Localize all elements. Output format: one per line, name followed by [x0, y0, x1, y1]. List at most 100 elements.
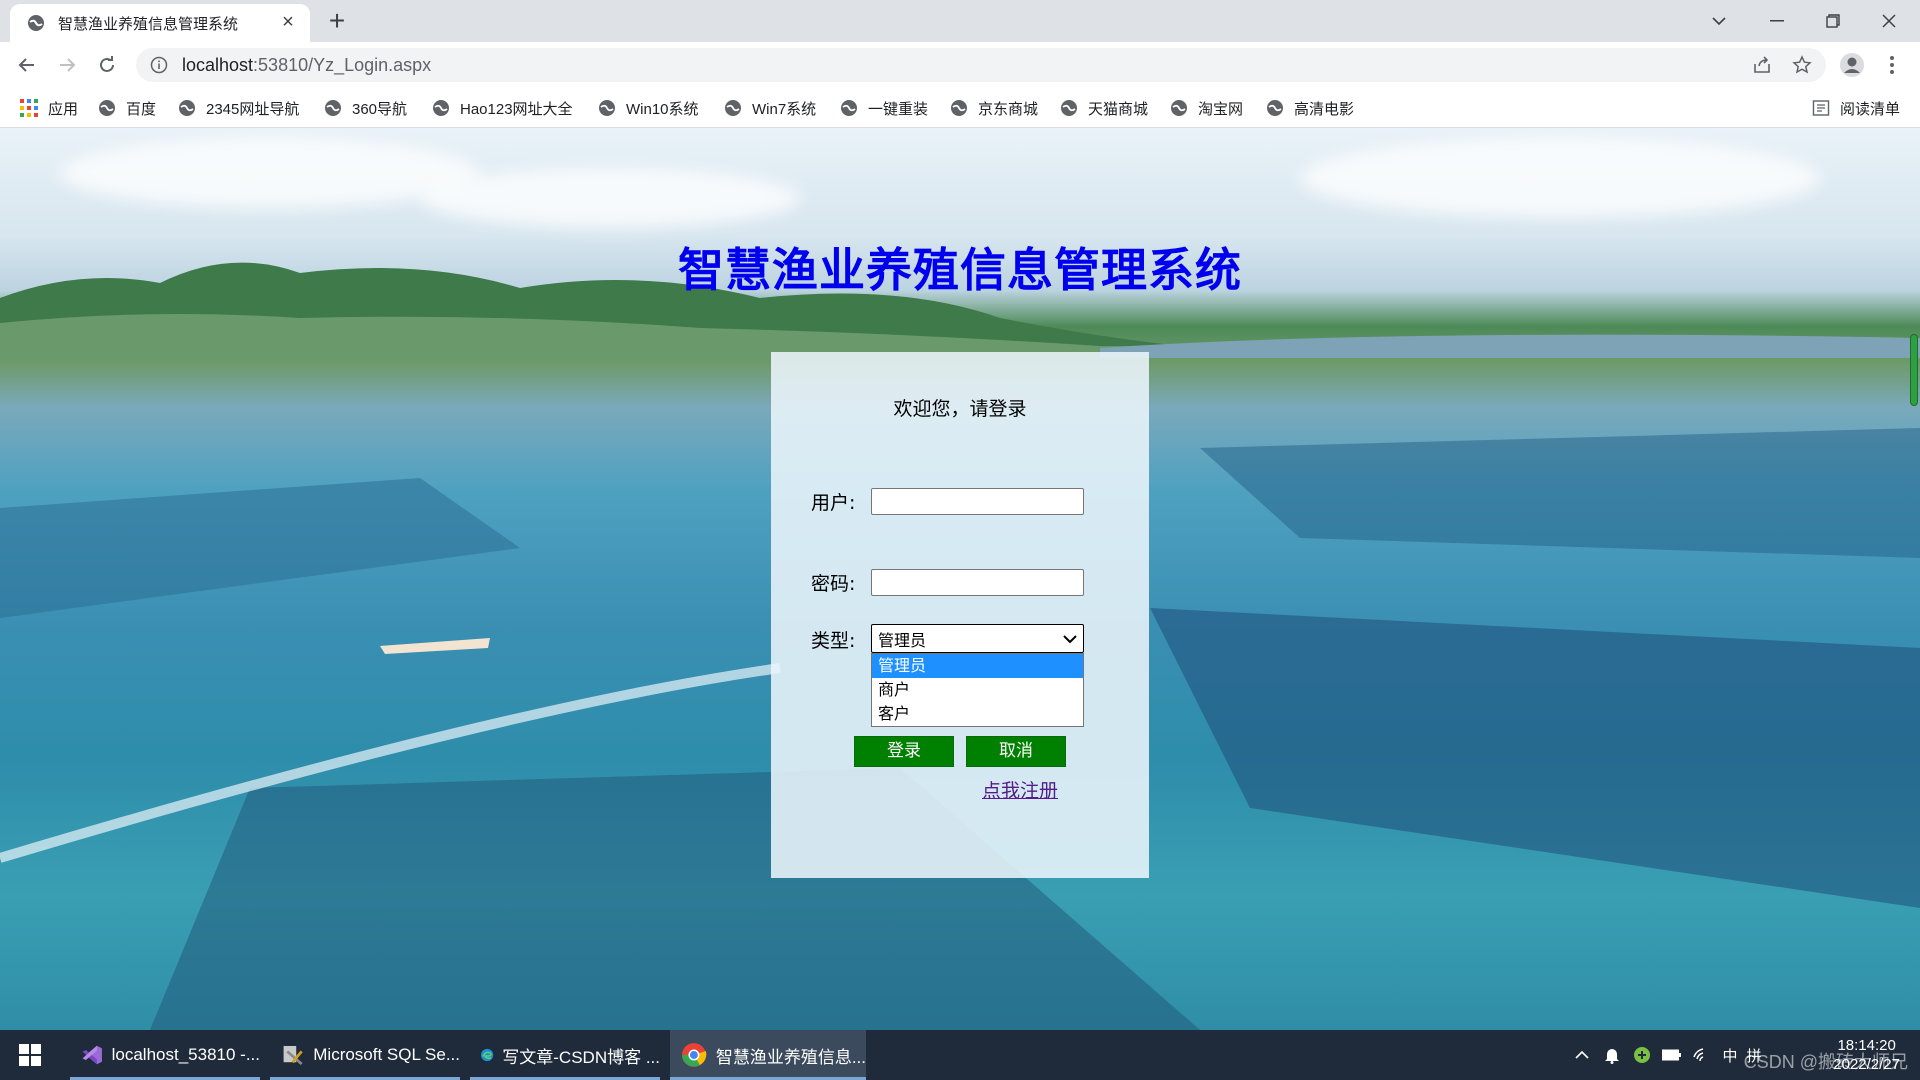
sql-server-icon	[283, 1045, 303, 1066]
background-cloud	[1300, 138, 1820, 218]
url-text: localhost:53810/Yz_Login.aspx	[182, 55, 431, 76]
address-bar[interactable]: localhost:53810/Yz_Login.aspx	[136, 48, 1826, 82]
bookmark-item[interactable]: 2345网址导航	[178, 88, 299, 128]
close-tab-icon[interactable]: ×	[278, 12, 298, 33]
type-option-admin[interactable]: 管理员	[872, 654, 1083, 678]
url-host: localhost	[182, 54, 254, 75]
taskbar-app-edge[interactable]: 写文章-CSDN博客 ...	[470, 1030, 660, 1080]
globe-icon	[179, 100, 195, 116]
windows-logo-icon	[19, 1044, 41, 1066]
taskbar-app-label: 写文章-CSDN博客 ...	[502, 1047, 660, 1067]
restore-button[interactable]	[1806, 0, 1860, 42]
username-input[interactable]	[871, 488, 1084, 515]
tab-strip: 智慧渔业养殖信息管理系统 × +	[0, 0, 1920, 42]
chevron-down-icon	[1063, 634, 1077, 643]
apps-grid-icon	[20, 99, 38, 117]
bookmark-label: Hao123网址大全	[460, 100, 573, 118]
bookmark-item[interactable]: 一键重装	[840, 88, 928, 128]
bookmark-item[interactable]: 百度	[98, 88, 156, 128]
reload-button[interactable]	[92, 50, 122, 80]
globe-icon	[841, 100, 857, 116]
profile-avatar-icon[interactable]	[1837, 50, 1867, 80]
battery-icon[interactable]	[1660, 1030, 1684, 1080]
menu-kebab-icon[interactable]	[1877, 50, 1907, 80]
globe-icon	[1171, 100, 1187, 116]
side-scroll-indicator[interactable]	[1910, 334, 1918, 406]
browser-tab[interactable]: 智慧渔业养殖信息管理系统 ×	[10, 4, 310, 42]
visual-studio-icon	[82, 1045, 102, 1065]
globe-icon	[433, 100, 449, 116]
system-clock[interactable]: 18:14:20 2022/2/27	[1833, 1036, 1900, 1074]
bookmark-label: 百度	[126, 100, 157, 118]
bookmark-label: 天猫商城	[1088, 100, 1149, 118]
clock-time: 18:14:20	[1837, 1037, 1896, 1054]
type-label: 类型:	[811, 630, 856, 652]
type-option-merchant[interactable]: 商户	[872, 678, 1083, 702]
wifi-icon[interactable]	[1690, 1030, 1714, 1080]
type-option-customer[interactable]: 客户	[872, 702, 1083, 726]
bookmark-item[interactable]: 高清电影	[1266, 88, 1354, 128]
browser-toolbar: localhost:53810/Yz_Login.aspx	[0, 42, 1920, 88]
taskbar-app-label: Microsoft SQL Se...	[313, 1045, 460, 1064]
bookmark-label: 京东商城	[978, 100, 1039, 118]
taskbar-app-label: localhost_53810 -...	[111, 1045, 260, 1064]
taskbar-app-visual-studio[interactable]: localhost_53810 -...	[70, 1030, 260, 1080]
globe-icon	[325, 100, 341, 116]
chrome-icon	[681, 1043, 707, 1067]
bookmark-item[interactable]: Hao123网址大全	[432, 88, 573, 128]
globe-icon	[1267, 100, 1283, 116]
bookmark-label: 淘宝网	[1198, 100, 1244, 118]
bookmark-item[interactable]: 京东商城	[950, 88, 1038, 128]
type-dropdown-list: 管理员 商户 客户	[871, 653, 1084, 727]
bookmark-label: Win7系统	[752, 100, 817, 118]
bookmark-item[interactable]: 淘宝网	[1170, 88, 1243, 128]
taskbar-app-chrome[interactable]: 智慧渔业养殖信息...	[670, 1030, 866, 1080]
reading-list-button[interactable]: 阅读清单	[1812, 88, 1900, 128]
bookmark-item[interactable]: Win10系统	[598, 88, 699, 128]
bookmark-label: 高清电影	[1294, 100, 1355, 118]
reading-list-label: 阅读清单	[1840, 100, 1901, 118]
password-input[interactable]	[871, 569, 1084, 596]
reading-list-icon	[1812, 100, 1830, 116]
share-icon[interactable]	[1747, 50, 1777, 80]
clock-date: 2022/2/27	[1833, 1056, 1900, 1073]
register-link[interactable]: 点我注册	[982, 776, 1058, 803]
globe-icon	[99, 100, 115, 116]
taskbar-app-label: 智慧渔业养殖信息...	[715, 1047, 866, 1067]
type-select-value: 管理员	[878, 630, 927, 650]
password-label: 密码:	[811, 573, 856, 595]
login-panel: 欢迎您，请登录 用户: 密码: 类型: 管理员 管理员 商户 客户 登录 取消 …	[771, 352, 1149, 878]
globe-icon	[951, 100, 967, 116]
minimize-button[interactable]	[1750, 0, 1804, 42]
site-info-icon[interactable]	[150, 56, 168, 74]
forward-button[interactable]	[52, 50, 82, 80]
page-title: 智慧渔业养殖信息管理系统	[678, 243, 1242, 297]
background-cloud	[420, 168, 800, 228]
globe-icon	[725, 100, 741, 116]
windows-taskbar: localhost_53810 -... Microsoft SQL Se...…	[0, 1030, 1920, 1080]
show-hidden-icons-chevron-icon[interactable]	[1570, 1030, 1594, 1080]
user-label: 用户:	[811, 492, 856, 514]
type-select[interactable]: 管理员	[871, 624, 1084, 653]
ime-mode-indicator[interactable]: 中	[1718, 1030, 1742, 1080]
bookmark-star-icon[interactable]	[1787, 50, 1817, 80]
taskbar-app-sql-server[interactable]: Microsoft SQL Se...	[270, 1030, 460, 1080]
globe-icon	[599, 100, 615, 116]
edge-icon	[481, 1048, 494, 1062]
new-tab-button[interactable]: +	[322, 7, 352, 36]
cancel-button[interactable]: 取消	[966, 736, 1066, 767]
app-status-icon[interactable]	[1630, 1030, 1654, 1080]
tab-title: 智慧渔业养殖信息管理系统	[58, 15, 239, 33]
bookmark-label: 应用	[48, 100, 79, 118]
bookmark-item[interactable]: 360导航	[324, 88, 407, 128]
close-window-button[interactable]	[1862, 0, 1916, 42]
bookmark-apps[interactable]: 应用	[20, 88, 78, 128]
tab-search-icon[interactable]	[1692, 0, 1746, 42]
login-button[interactable]: 登录	[854, 736, 954, 767]
bookmark-item[interactable]: 天猫商城	[1060, 88, 1148, 128]
bookmark-item[interactable]: Win7系统	[724, 88, 816, 128]
back-button[interactable]	[12, 50, 42, 80]
bookmark-label: Win10系统	[626, 100, 699, 118]
notification-bell-icon[interactable]	[1600, 1030, 1624, 1080]
start-button[interactable]	[0, 1030, 60, 1080]
